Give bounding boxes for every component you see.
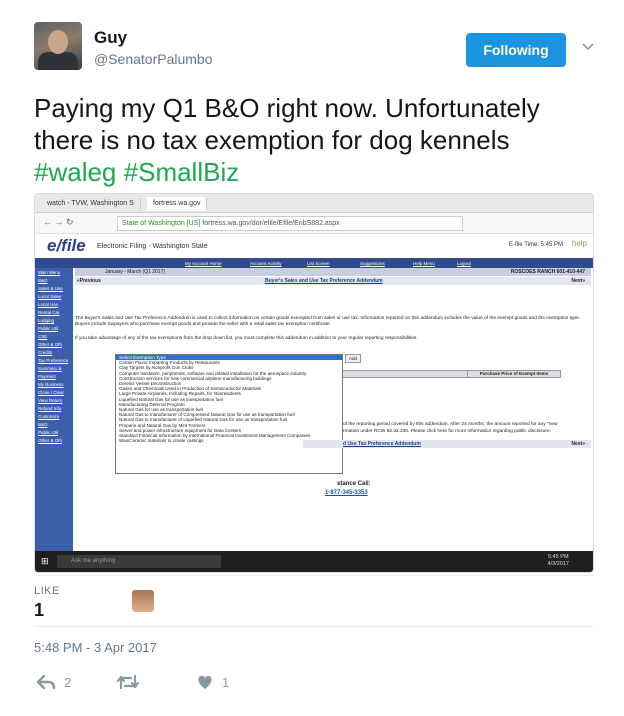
disclosure-text-1: of the reporting period covered by this … (343, 422, 558, 427)
exemption-dropdown: Select Exemption Type Certain Flavor Imp… (115, 354, 343, 474)
sidebar-item: Credits (38, 350, 53, 355)
likes-count[interactable]: 1 (34, 600, 44, 621)
reply-icon (36, 674, 56, 690)
reply-count: 2 (64, 674, 72, 690)
business-label: ROSCOES RANCH 601-410-447 (510, 269, 585, 275)
efile-time: E-file Time: 5:45 PM (508, 242, 563, 248)
taskbar-date: 4/3/2017 (547, 561, 569, 567)
period-label: January - March (Q1 2017) (105, 269, 166, 275)
addendum-description: The Buyer's Sales and Use Tax Preference… (75, 316, 581, 327)
sidebar-item: Other & Oth (38, 438, 63, 443)
tweet-timestamp[interactable]: 5:48 PM - 3 Apr 2017 (34, 640, 157, 655)
period-bar: January - March (Q1 2017) ROSCOES RANCH … (75, 268, 591, 276)
browser-tab: watch - TVW, Washington S (41, 197, 141, 211)
sidebar-item: Rental Car (38, 310, 60, 315)
sidebar-item: Close / Clear (38, 390, 65, 395)
efile-subtitle: Electronic Filing - Washington State (97, 243, 208, 250)
sidebar-item: My Business (38, 382, 64, 387)
addendum-footer-title: d Use Tax Preference Addendum (343, 441, 421, 447)
sidebar-item: Summary & (38, 366, 62, 371)
sidebar-item: View Return (38, 398, 63, 403)
likes-label: LIKE (34, 585, 60, 597)
efile-nav: My Account Home Account Activity List Sc… (35, 260, 593, 268)
sidebar-item: Other & Oth (38, 342, 63, 347)
retweet-action[interactable] (116, 674, 148, 690)
following-button[interactable]: Following (466, 33, 566, 67)
previous-link: «Previous (77, 278, 101, 284)
sidebar-item: Public Util (38, 326, 59, 331)
liker-avatar[interactable] (132, 590, 154, 612)
addendum-title: Buyer's Sales and Use Tax Preference Add… (265, 278, 383, 284)
divider (34, 626, 594, 627)
user-avatar[interactable] (34, 22, 82, 70)
taskbar-search: Ask me anything (57, 555, 221, 568)
user-name[interactable]: Guy (94, 28, 127, 48)
taskbar-clock: 5:45 PM 4/3/2017 (548, 554, 569, 568)
browser-tab-bar: watch - TVW, Washington S fortress.wa.go… (35, 194, 593, 213)
efile-page: e/file Electronic Filing - Washington St… (35, 234, 593, 551)
browser-tab-active: fortress.wa.gov (147, 197, 208, 211)
like-count: 1 (222, 674, 230, 690)
next-link-bottom: Next» (571, 441, 585, 447)
address-bar: ← → ↻ State of Washington [US] fortress.… (35, 213, 593, 234)
sidebar-item: CSE (38, 334, 48, 339)
assist-label: stance Call: (337, 481, 371, 487)
nav-item: Logout (457, 261, 471, 266)
hashtag-smallbiz[interactable]: #SmallBiz (124, 157, 240, 187)
sidebar-item: Refund Info (38, 406, 62, 411)
url-field: State of Washington [US] fortress.wa.gov… (117, 216, 463, 231)
efile-logo: e/file (47, 236, 86, 255)
sidebar-item: Local Sales (38, 294, 62, 299)
nav-item: Suggestions (360, 261, 385, 266)
tweet-text: Paying my Q1 B&O right now. Unfortunatel… (34, 92, 594, 188)
nav-item: My Account Home (185, 261, 222, 266)
url-text: fortress.wa.gov/dor/efile/Efile/EnbS882.… (202, 220, 340, 227)
divider (34, 575, 594, 576)
like-action[interactable]: 1 (196, 674, 229, 690)
heart-icon (198, 675, 212, 689)
windows-taskbar: ⊞ Ask me anything 5:45 PM 4/3/2017 (35, 551, 593, 572)
nav-arrows-icon: ← → ↻ (43, 217, 74, 227)
addendum-footer: d Use Tax Preference Addendum Next» (303, 440, 591, 448)
nav-item: List Screen (307, 261, 330, 266)
price-column-header: Purchase Price of Exempt Items (467, 370, 561, 378)
efile-header: e/file Electronic Filing - Washington St… (35, 234, 593, 260)
efile-sidebar: Main Menu B&O Sales & Use Local Sales Lo… (35, 268, 73, 551)
windows-icon: ⊞ (41, 556, 49, 566)
disclosure-text-2: rmation under RCW 82.32.330. Please clic… (343, 429, 551, 434)
user-handle[interactable]: @SenatorPalumbo (94, 51, 213, 67)
hashtag-waleg[interactable]: #waleg (34, 157, 116, 187)
secure-label: State of Washington [US] (122, 220, 201, 227)
sidebar-item: Customize (38, 414, 60, 419)
efile-main: January - March (Q1 2017) ROSCOES RANCH … (75, 268, 593, 551)
tweet-body: Paying my Q1 B&O right now. Unfortunatel… (34, 93, 540, 155)
addendum-instruction: If you take advantage of any of the tax … (75, 336, 418, 341)
nav-item: Account Activity (250, 261, 282, 266)
sidebar-item: B&O (38, 422, 48, 427)
sidebar-item: Main Menu (38, 270, 61, 275)
help-link: help (571, 239, 587, 248)
attached-screenshot[interactable]: watch - TVW, Washington S fortress.wa.go… (34, 193, 594, 573)
chevron-down-icon[interactable] (580, 38, 596, 54)
add-button: Add (345, 354, 361, 363)
table-header (341, 370, 469, 378)
sidebar-item: Tax Preference (38, 358, 69, 363)
sidebar-item: Public Util (38, 430, 59, 435)
addendum-header: «Previous Buyer's Sales and Use Tax Pref… (75, 277, 591, 285)
sidebar-item: Lodging (38, 318, 55, 323)
sidebar-item: Sales & Use (38, 286, 63, 291)
taskbar-time: 5:45 PM (548, 554, 569, 560)
reply-action[interactable]: 2 (36, 674, 71, 690)
next-link: Next» (571, 278, 585, 284)
sidebar-item: B&O (38, 278, 48, 283)
retweet-icon (116, 674, 140, 690)
phone-link: 1-877-345-3353 (325, 490, 368, 496)
nav-item: Help Menu (413, 261, 435, 266)
sidebar-item: Local Use (38, 302, 59, 307)
sidebar-item: Payment (38, 374, 56, 379)
